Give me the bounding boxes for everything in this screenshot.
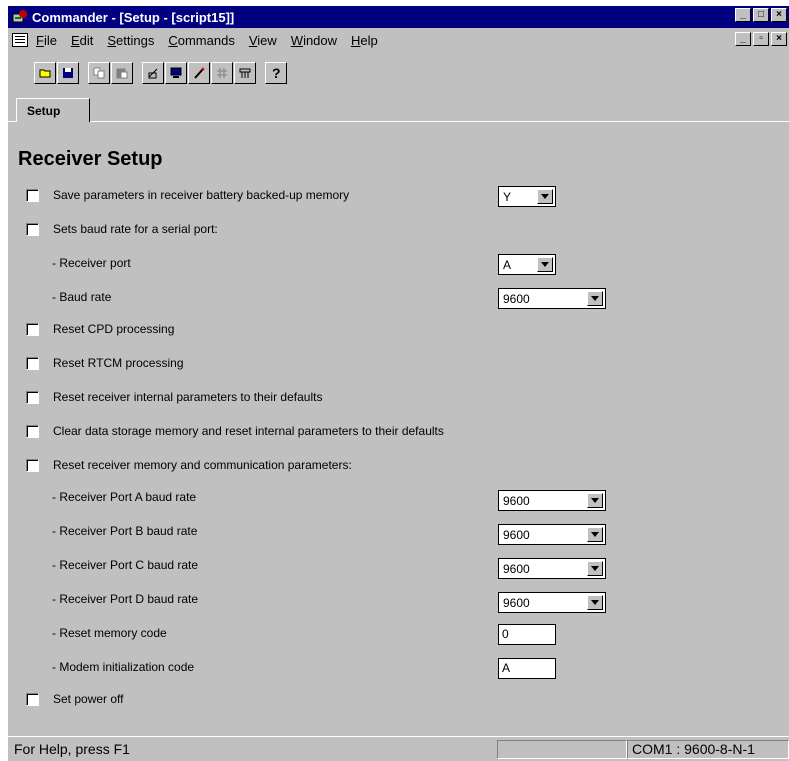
- window-title: Commander - [Setup - [script15]]: [32, 9, 235, 25]
- reset-cpd-checkbox[interactable]: [26, 322, 39, 336]
- chevron-down-icon[interactable]: [587, 493, 603, 508]
- baud-serial-label: Sets baud rate for a serial port:: [53, 222, 218, 236]
- port-c-label: - Receiver Port C baud rate: [52, 558, 199, 572]
- port-a-select[interactable]: 9600: [498, 490, 606, 511]
- minimize-button[interactable]: _: [735, 8, 751, 22]
- baud-serial-row: Sets baud rate for a serial port:: [26, 220, 218, 238]
- save-params-label: Save parameters in receiver battery back…: [53, 188, 350, 202]
- reset-cpd-label: Reset CPD processing: [53, 322, 175, 336]
- baud-rate-label: - Baud rate: [52, 290, 112, 304]
- power-off-row: Set power off: [26, 690, 124, 708]
- chevron-down-icon[interactable]: [587, 291, 603, 306]
- help-glyph: ?: [272, 65, 281, 81]
- port-b-label: - Receiver Port B baud rate: [52, 524, 198, 538]
- menu-settings[interactable]: Settings: [107, 33, 154, 48]
- chevron-down-icon[interactable]: [587, 595, 603, 610]
- open-folder-icon[interactable]: [34, 62, 56, 84]
- modem-code-label: - Modem initialization code: [52, 660, 195, 674]
- status-bar: For Help, press F1 COM1 : 9600-8-N-1: [8, 736, 789, 761]
- reset-rtcm-label: Reset RTCM processing: [53, 356, 184, 370]
- reset-memory-label: Reset receiver memory and communication …: [53, 458, 352, 472]
- paste-icon[interactable]: [111, 62, 133, 84]
- close-button[interactable]: ×: [771, 8, 787, 22]
- document-menu-icon[interactable]: [12, 33, 28, 47]
- copy-icon[interactable]: [88, 62, 110, 84]
- chevron-down-icon[interactable]: [587, 527, 603, 542]
- port-c-select[interactable]: 9600: [498, 558, 606, 579]
- tab-bar: Setup: [8, 92, 789, 123]
- baud-rate-select[interactable]: 9600: [498, 288, 606, 309]
- clear-storage-label: Clear data storage memory and reset inte…: [53, 424, 444, 438]
- status-help-text: For Help, press F1: [14, 741, 130, 757]
- menu-window[interactable]: Window: [291, 33, 337, 48]
- toolbar: ?: [8, 54, 789, 92]
- port-d-label: - Receiver Port D baud rate: [52, 592, 199, 606]
- mdi-minimize-button[interactable]: _: [735, 32, 751, 46]
- reset-memory-row: Reset receiver memory and communication …: [26, 456, 352, 474]
- tool-icon[interactable]: [234, 62, 256, 84]
- monitor-icon[interactable]: [165, 62, 187, 84]
- reset-cpd-row: Reset CPD processing: [26, 320, 174, 338]
- reset-code-input[interactable]: 0: [498, 624, 556, 645]
- save-params-row: Save parameters in receiver battery back…: [26, 186, 349, 204]
- save-params-checkbox[interactable]: [26, 188, 39, 202]
- tab-setup[interactable]: Setup: [16, 98, 90, 123]
- clear-storage-checkbox[interactable]: [26, 424, 39, 438]
- power-off-checkbox[interactable]: [26, 692, 39, 706]
- menu-edit[interactable]: Edit: [71, 33, 93, 48]
- menu-help[interactable]: Help: [351, 33, 378, 48]
- receiver-port-value: A: [503, 257, 512, 272]
- menu-commands[interactable]: Commands: [168, 33, 234, 48]
- port-b-value: 9600: [503, 527, 530, 542]
- reset-memory-checkbox[interactable]: [26, 458, 39, 472]
- reset-rtcm-checkbox[interactable]: [26, 356, 39, 370]
- chevron-down-icon[interactable]: [537, 189, 553, 204]
- page-title: Receiver Setup: [18, 148, 163, 170]
- modem-code-input[interactable]: A: [498, 658, 556, 679]
- power-off-label: Set power off: [53, 692, 124, 706]
- save-params-select[interactable]: Y: [498, 186, 556, 207]
- save-disk-icon[interactable]: [57, 62, 79, 84]
- chevron-down-icon[interactable]: [537, 257, 553, 272]
- port-a-label: - Receiver Port A baud rate: [52, 490, 197, 504]
- reset-internal-row: Reset receiver internal parameters to th…: [26, 388, 322, 406]
- app-icon[interactable]: [12, 9, 28, 25]
- reset-internal-checkbox[interactable]: [26, 390, 39, 404]
- pencil-icon[interactable]: [188, 62, 210, 84]
- menu-file[interactable]: File: [36, 33, 57, 48]
- baud-rate-value: 9600: [503, 291, 530, 306]
- port-c-value: 9600: [503, 561, 530, 576]
- script-edit-icon[interactable]: [142, 62, 164, 84]
- maximize-button[interactable]: □: [753, 8, 769, 22]
- baud-serial-checkbox[interactable]: [26, 222, 39, 236]
- help-icon[interactable]: ?: [265, 62, 287, 84]
- reset-internal-label: Reset receiver internal parameters to th…: [53, 390, 323, 404]
- menu-view[interactable]: View: [249, 33, 277, 48]
- chevron-down-icon[interactable]: [587, 561, 603, 576]
- reset-rtcm-row: Reset RTCM processing: [26, 354, 184, 372]
- status-panel-empty: [497, 740, 627, 759]
- receiver-port-select[interactable]: A: [498, 254, 556, 275]
- mdi-restore-button[interactable]: ▫: [753, 32, 769, 46]
- save-params-value: Y: [503, 189, 512, 204]
- port-d-value: 9600: [503, 595, 530, 610]
- network-icon[interactable]: [211, 62, 233, 84]
- reset-code-label: - Reset memory code: [52, 626, 167, 640]
- status-com-port: COM1 : 9600-8-N-1: [627, 740, 789, 759]
- title-bar: Commander - [Setup - [script15]] _ □ ×: [8, 6, 789, 28]
- mdi-close-button[interactable]: ×: [771, 32, 787, 46]
- receiver-port-label: - Receiver port: [52, 256, 131, 270]
- port-b-select[interactable]: 9600: [498, 524, 606, 545]
- menu-bar: File Edit Settings Commands View Window …: [8, 28, 789, 54]
- clear-storage-row: Clear data storage memory and reset inte…: [26, 422, 444, 440]
- port-a-value: 9600: [503, 493, 530, 508]
- port-d-select[interactable]: 9600: [498, 592, 606, 613]
